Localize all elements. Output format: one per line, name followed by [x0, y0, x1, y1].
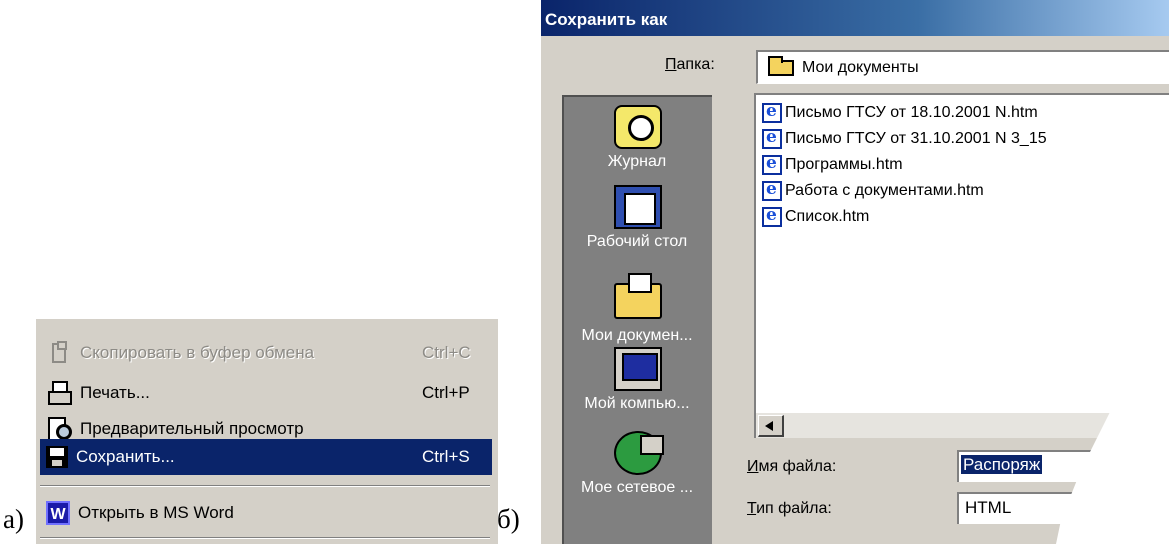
save-as-dialog: Сохранить как Папка: Мои документы Журна…	[541, 0, 1169, 544]
menu-item-label: Сохранить...	[76, 447, 175, 466]
list-item[interactable]: Письмо ГТСУ от 31.10.2001 N 3_15	[762, 127, 1047, 151]
network-places-icon	[614, 431, 664, 475]
place-network[interactable]: Мое сетевое ...	[564, 431, 710, 511]
folder-value: Мои документы	[802, 58, 919, 76]
place-label: Мои докумен...	[581, 327, 693, 344]
filename-input[interactable]: Распоряж	[957, 450, 1169, 482]
filetype-value: HTML	[965, 498, 1012, 517]
dialog-title[interactable]: Сохранить как	[541, 0, 1169, 36]
menu-item-shortcut: Ctrl+P	[422, 383, 470, 402]
file-name: Письмо ГТСУ от 18.10.2001 N.htm	[785, 104, 1038, 121]
list-item[interactable]: Список.htm	[762, 205, 869, 229]
place-label: Рабочий стол	[586, 233, 688, 250]
floppy-disk-icon	[46, 446, 68, 468]
folder-icon	[768, 55, 794, 76]
html-file-icon	[762, 205, 782, 227]
place-desktop[interactable]: Рабочий стол	[564, 185, 710, 265]
place-label: Журнал	[607, 153, 667, 170]
place-my-computer[interactable]: Мой компью...	[564, 347, 710, 427]
list-item[interactable]: Программы.htm	[762, 153, 903, 177]
file-name: Программы.htm	[785, 156, 903, 173]
printer-icon	[46, 380, 72, 406]
context-menu: Скопировать в буфер обмена Ctrl+C Печать…	[35, 318, 498, 544]
scroll-left-arrow-icon[interactable]	[758, 415, 784, 437]
list-item[interactable]: Работа с документами.htm	[762, 179, 984, 203]
menu-item-label: Скопировать в буфер обмена	[80, 343, 315, 362]
file-name: Список.htm	[785, 208, 870, 225]
html-file-icon	[762, 153, 782, 175]
menu-item-save[interactable]: Сохранить... Ctrl+S	[40, 439, 492, 475]
menu-item-label: Предварительный просмотр	[80, 419, 304, 438]
filename-value: Распоряж	[961, 455, 1043, 474]
menu-item-shortcut: Ctrl+C	[422, 343, 471, 362]
my-documents-icon	[614, 273, 662, 319]
list-item[interactable]: Письмо ГТСУ от 18.10.2001 N.htm	[762, 101, 1038, 125]
file-name: Работа с документами.htm	[785, 182, 984, 199]
folder-dropdown[interactable]: Мои документы	[756, 50, 1169, 84]
html-file-icon	[762, 179, 782, 201]
menu-item-copy[interactable]: Скопировать в буфер обмена Ctrl+C	[40, 335, 492, 371]
desktop-icon	[614, 185, 662, 229]
file-list: Письмо ГТСУ от 18.10.2001 N.htm Письмо Г…	[754, 93, 1169, 438]
caption-b: б)	[497, 504, 520, 534]
place-history[interactable]: Журнал	[564, 105, 710, 185]
html-file-icon	[762, 101, 782, 123]
filetype-label: Тип файла:	[747, 500, 832, 517]
horizontal-scrollbar[interactable]	[756, 413, 1169, 438]
folder-label: Папка:	[665, 56, 715, 73]
my-computer-icon	[614, 347, 662, 391]
menu-item-label: Печать...	[80, 383, 150, 402]
menu-item-open-in-word[interactable]: W Открыть в MS Word	[40, 495, 492, 531]
place-my-documents[interactable]: Мои докумен...	[564, 273, 710, 355]
place-label: Мое сетевое ...	[580, 479, 694, 496]
file-name: Письмо ГТСУ от 31.10.2001 N 3_15	[785, 130, 1047, 147]
menu-item-shortcut: Ctrl+S	[422, 447, 470, 466]
filename-label: Имя файла:	[747, 458, 837, 475]
places-bar: Журнал Рабочий стол Мои докумен... Мой к…	[562, 95, 712, 544]
clipboard-icon	[52, 341, 67, 363]
menu-item-label: Открыть в MS Word	[78, 503, 234, 522]
menu-item-print[interactable]: Печать... Ctrl+P	[40, 375, 492, 411]
filetype-dropdown[interactable]: HTML	[957, 492, 1169, 524]
ms-word-icon: W	[46, 501, 70, 525]
html-file-icon	[762, 127, 782, 149]
history-icon	[614, 105, 662, 149]
place-label: Мой компью...	[584, 395, 690, 412]
caption-a: а)	[3, 504, 24, 534]
menu-separator	[40, 485, 490, 487]
menu-separator	[40, 537, 490, 539]
